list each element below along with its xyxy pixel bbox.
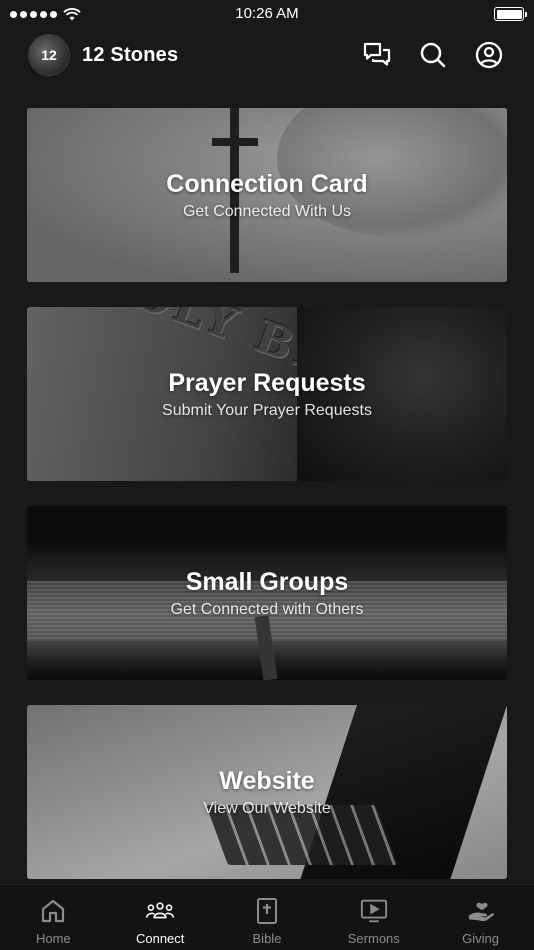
bible-icon [253,897,281,925]
card-title: Small Groups [185,567,349,596]
card-title: Prayer Requests [168,368,366,397]
people-icon [146,897,175,925]
battery-icon [494,7,527,21]
card-title: Connection Card [166,169,368,198]
tv-play-icon [360,897,388,925]
tab-sermons[interactable]: Sermons [321,897,427,946]
card-subtitle: View Our Website [203,799,331,817]
card-subtitle: Get Connected with Others [170,600,364,618]
home-icon [39,897,67,925]
tab-giving[interactable]: Giving [428,897,534,946]
prayer-requests-tile[interactable]: HOLY BIBLE Prayer Requests Submit Your P… [27,307,507,481]
logo-text: 12 [41,47,57,63]
church-logo[interactable]: 12 [28,34,70,76]
tab-label: Connect [135,931,185,946]
header-actions [360,38,506,72]
tab-bible[interactable]: Bible [214,897,320,946]
tab-label: Giving [462,931,499,946]
chat-icon[interactable] [360,38,394,72]
tab-label: Home [36,931,71,946]
small-groups-tile[interactable]: Small Groups Get Connected with Others [27,506,507,680]
website-tile[interactable]: Website View Our Website [27,705,507,879]
card-subtitle: Get Connected With Us [182,202,352,220]
bottom-tab-bar: Home Connect Bible Sermons Giving [0,884,534,950]
tab-label: Sermons [347,931,400,946]
connection-card-tile[interactable]: Connection Card Get Connected With Us [27,108,507,282]
status-bar: 10:26 AM [0,0,534,28]
app-header: 12 12 Stones [0,28,534,82]
giving-hand-icon [467,897,495,925]
profile-icon[interactable] [472,38,506,72]
app-title: 12 Stones [82,43,179,66]
connect-card-list: Connection Card Get Connected With Us HO… [27,108,507,904]
tab-connect[interactable]: Connect [107,897,213,946]
status-time: 10:26 AM [235,5,299,22]
tab-label: Bible [252,931,282,946]
tab-home[interactable]: Home [0,897,106,946]
card-subtitle: Submit Your Prayer Requests [162,401,372,419]
card-title: Website [219,766,315,795]
search-icon[interactable] [416,38,450,72]
